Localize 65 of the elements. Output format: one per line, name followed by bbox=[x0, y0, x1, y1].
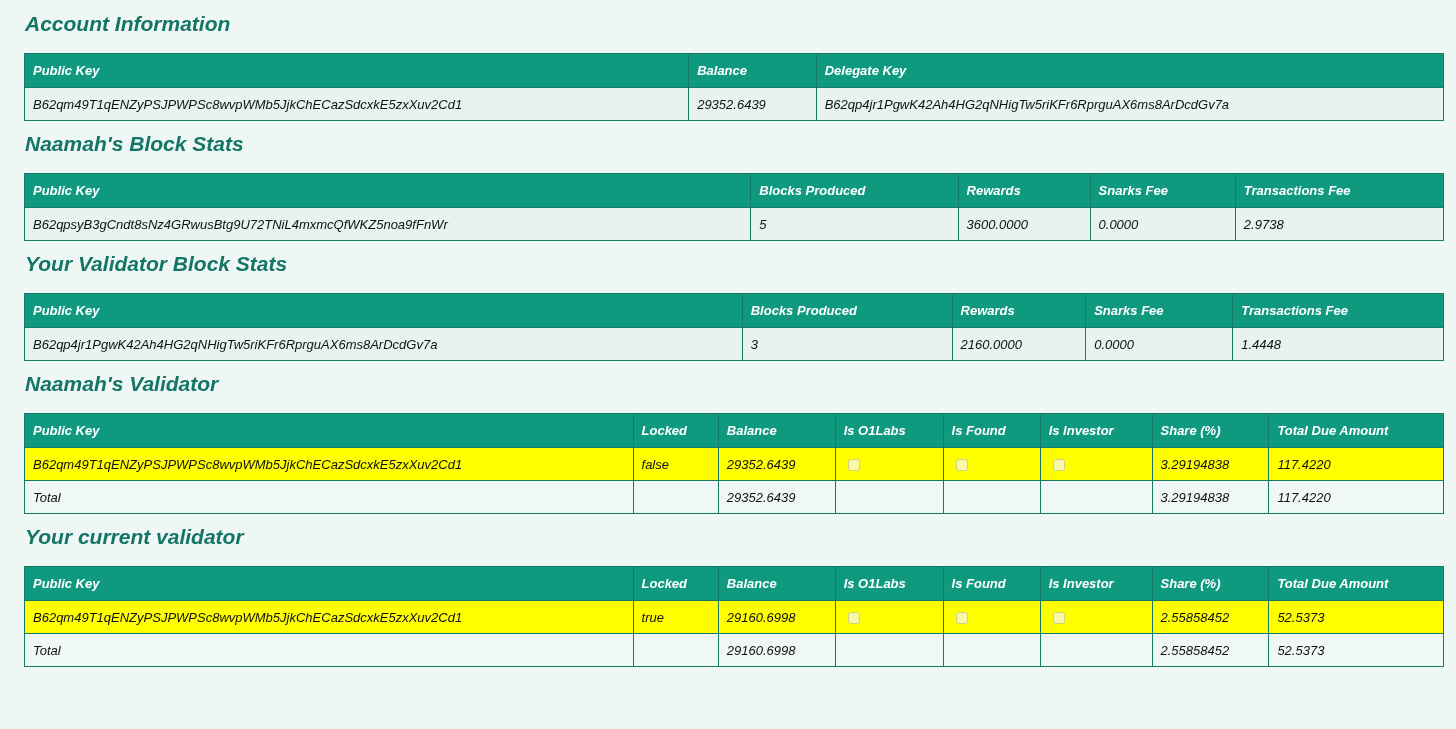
column-header: Public Key bbox=[24, 413, 634, 448]
column-header: Blocks Produced bbox=[742, 293, 953, 328]
column-header: Is Found bbox=[943, 566, 1041, 601]
column-header: Delegate Key bbox=[816, 53, 1444, 88]
table-cell: B62qm49T1qENZyPSJPWPSc8wvpWMb5JjkChECazSdcxkE5zxXuv2Cd1 bbox=[24, 447, 634, 481]
column-header: Is O1Labs bbox=[835, 566, 944, 601]
total-cell: 3.29194838 bbox=[1152, 480, 1269, 514]
column-header: Rewards bbox=[958, 173, 1091, 208]
section-heading: Naamah's Block Stats bbox=[25, 131, 245, 157]
column-header: Is Investor bbox=[1040, 413, 1153, 448]
table-cell: B62qp4jr1PgwK42Ah4HG2qNHigTw5riKFr6RprguAX6ms8ArDcdGv7a bbox=[24, 327, 743, 361]
column-header: Balance bbox=[718, 413, 836, 448]
table-cell: B62qm49T1qENZyPSJPWPSc8wvpWMb5JjkChECazSdcxkE5zxXuv2Cd1 bbox=[24, 87, 689, 121]
table-cell: 117.4220 bbox=[1268, 447, 1444, 481]
section-heading: Naamah's Validator bbox=[25, 371, 220, 397]
table-cell: 0.0000 bbox=[1090, 207, 1236, 241]
total-cell: Total bbox=[24, 480, 634, 514]
column-header: Is O1Labs bbox=[835, 413, 944, 448]
table-cell: B62qpsyB3gCndt8sNz4GRwusBtg9U72TNiL4mxmcQfWKZ5noa9fFnWr bbox=[24, 207, 751, 241]
column-header: Public Key bbox=[24, 173, 751, 208]
total-cell: 2.55858452 bbox=[1152, 633, 1269, 667]
table-cell: 3600.0000 bbox=[958, 207, 1091, 241]
table-cell: 5 bbox=[750, 207, 959, 241]
column-header: Snarks Fee bbox=[1085, 293, 1233, 328]
table-cell: 3 bbox=[742, 327, 953, 361]
total-cell: 52.5373 bbox=[1268, 633, 1444, 667]
column-header: Rewards bbox=[952, 293, 1086, 328]
column-header: Locked bbox=[633, 566, 719, 601]
column-header: Transactions Fee bbox=[1235, 173, 1444, 208]
column-header: Is Investor bbox=[1040, 566, 1153, 601]
column-header: Total Due Amount bbox=[1268, 413, 1444, 448]
column-header: Snarks Fee bbox=[1090, 173, 1236, 208]
table-cell: 29352.6439 bbox=[718, 447, 836, 481]
table-cell: 0.0000 bbox=[1085, 327, 1233, 361]
table-cell: 3.29194838 bbox=[1152, 447, 1269, 481]
total-cell: 117.4220 bbox=[1268, 480, 1444, 514]
column-header: Public Key bbox=[24, 53, 689, 88]
column-header: Public Key bbox=[24, 293, 743, 328]
column-header: Transactions Fee bbox=[1232, 293, 1444, 328]
table-cell: B62qm49T1qENZyPSJPWPSc8wvpWMb5JjkChECazSdcxkE5zxXuv2Cd1 bbox=[24, 600, 634, 634]
column-header: Blocks Produced bbox=[750, 173, 959, 208]
table-cell: 1.4448 bbox=[1232, 327, 1444, 361]
total-cell: 29352.6439 bbox=[718, 480, 836, 514]
table-cell: 29352.6439 bbox=[688, 87, 817, 121]
column-header: Balance bbox=[688, 53, 817, 88]
table-cell: B62qp4jr1PgwK42Ah4HG2qNHigTw5riKFr6RprguAX6ms8ArDcdGv7a bbox=[816, 87, 1444, 121]
section-heading: Account Information bbox=[25, 11, 232, 37]
table-cell: 29160.6998 bbox=[718, 600, 836, 634]
column-header: Balance bbox=[718, 566, 836, 601]
column-header: Locked bbox=[633, 413, 719, 448]
column-header: Is Found bbox=[943, 413, 1041, 448]
table-cell: 2160.0000 bbox=[952, 327, 1086, 361]
total-cell: 29160.6998 bbox=[718, 633, 836, 667]
column-header: Total Due Amount bbox=[1268, 566, 1444, 601]
table-cell: 52.5373 bbox=[1268, 600, 1444, 634]
total-cell: Total bbox=[24, 633, 634, 667]
table-cell: 2.55858452 bbox=[1152, 600, 1269, 634]
table-cell: false bbox=[633, 447, 719, 481]
section-heading: Your current validator bbox=[25, 524, 246, 550]
column-header: Share (%) bbox=[1152, 413, 1269, 448]
column-header: Public Key bbox=[24, 566, 634, 601]
table-cell: true bbox=[633, 600, 719, 634]
section-heading: Your Validator Block Stats bbox=[25, 251, 289, 277]
table-cell: 2.9738 bbox=[1235, 207, 1444, 241]
column-header: Share (%) bbox=[1152, 566, 1269, 601]
